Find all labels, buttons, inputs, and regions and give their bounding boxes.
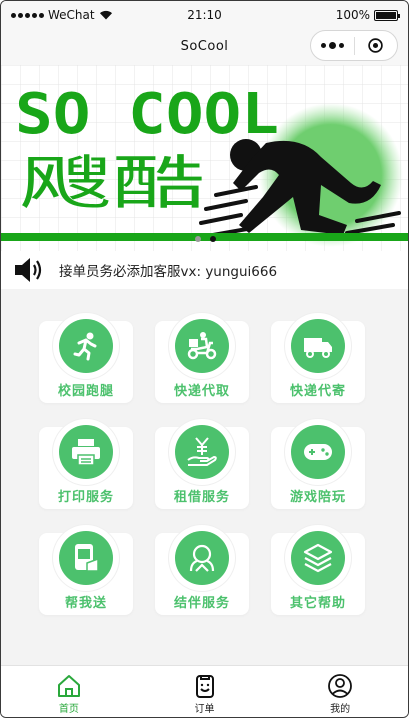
mini-program-capsule	[310, 30, 398, 61]
service-label: 校园跑腿	[57, 384, 114, 399]
runner-icon	[73, 332, 97, 361]
close-target-icon	[368, 38, 383, 53]
service-label: 打印服务	[57, 490, 114, 505]
tab-label: 首页	[58, 704, 79, 715]
service-icon-ring	[169, 419, 235, 485]
layers-icon	[303, 543, 333, 573]
phone-frame: WeChat 21:10 100% SoCool SO COOL 飕酷 接单员务…	[0, 0, 409, 718]
service-icon-ring	[285, 313, 351, 379]
service-campus-errand[interactable]: 校园跑腿	[39, 313, 133, 403]
close-button[interactable]	[355, 37, 398, 54]
service-label: 其它帮助	[289, 596, 346, 611]
tab-label: 订单	[194, 704, 215, 715]
more-button[interactable]	[311, 42, 354, 49]
service-icon-bg	[291, 531, 345, 585]
carousel-dot-1[interactable]	[195, 236, 201, 242]
service-rental[interactable]: 租借服务	[155, 419, 249, 509]
service-icon-bg	[291, 319, 345, 373]
battery-icon	[374, 9, 400, 21]
banner-image: SO COOL 飕酷	[1, 65, 408, 251]
service-label: 快递代取	[173, 384, 230, 399]
notice-text: 接单员务必添加客服vx: yungui666	[59, 264, 278, 280]
service-icon-ring	[53, 419, 119, 485]
service-icon-bg	[291, 425, 345, 479]
notice-bar: 接单员务必添加客服vx: yungui666	[1, 251, 408, 289]
companion-icon	[189, 544, 215, 572]
service-other-help[interactable]: 其它帮助	[271, 525, 365, 615]
status-bar: WeChat 21:10 100%	[1, 1, 408, 29]
service-icon-bg	[59, 425, 113, 479]
service-icon-ring	[53, 525, 119, 591]
service-icon-ring	[285, 525, 351, 591]
service-express-pickup[interactable]: 快递代取	[155, 313, 249, 403]
service-label: 租借服务	[173, 490, 230, 505]
carousel-dot-2[interactable]	[210, 236, 216, 242]
service-companion[interactable]: 结伴服务	[155, 525, 249, 615]
service-icon-bg	[175, 531, 229, 585]
gamepad-icon	[304, 444, 332, 460]
printer-icon	[72, 439, 100, 466]
tab-orders[interactable]: 订单	[137, 666, 273, 717]
home-icon	[57, 675, 80, 697]
service-grid: 校园跑腿 快递代取 快递代寄 打印服务 租借服务 游戏陪玩 帮我送 结伴服务 其…	[1, 289, 408, 667]
banner-carousel[interactable]: SO COOL 飕酷	[1, 65, 408, 251]
service-icon-bg	[59, 319, 113, 373]
phone-delivery-icon	[75, 544, 99, 572]
status-right: 100%	[335, 8, 400, 22]
service-icon-ring	[53, 313, 119, 379]
banner-stripe	[1, 233, 408, 241]
service-icon-ring	[285, 419, 351, 485]
battery-percent: 100%	[335, 8, 370, 22]
service-icon-ring	[169, 525, 235, 591]
yen-hand-icon	[187, 437, 217, 466]
tab-bar: 首页 订单 我的	[1, 665, 408, 717]
banner-title-en: SO COOL	[15, 82, 279, 147]
service-icon-bg	[59, 531, 113, 585]
service-printing[interactable]: 打印服务	[39, 419, 133, 509]
tab-profile[interactable]: 我的	[272, 666, 408, 717]
service-game-companion[interactable]: 游戏陪玩	[271, 419, 365, 509]
truck-icon	[304, 338, 332, 358]
service-icon-bg	[175, 425, 229, 479]
service-icon-bg	[175, 319, 229, 373]
tab-label: 我的	[330, 704, 351, 715]
nav-bar: SoCool	[1, 29, 408, 65]
service-label: 帮我送	[64, 596, 107, 611]
service-label: 结伴服务	[173, 596, 230, 611]
tab-home[interactable]: 首页	[1, 666, 137, 717]
service-icon-ring	[169, 313, 235, 379]
service-deliver-for-me[interactable]: 帮我送	[39, 525, 133, 615]
profile-icon	[328, 674, 353, 698]
banner-title-cn: 飕酷	[19, 149, 205, 217]
service-label: 游戏陪玩	[289, 490, 346, 505]
service-label: 快递代寄	[289, 384, 346, 399]
service-express-send[interactable]: 快递代寄	[271, 313, 365, 403]
delivery-scooter-icon	[187, 332, 217, 360]
order-icon	[195, 675, 214, 698]
speaker-icon	[15, 258, 42, 282]
